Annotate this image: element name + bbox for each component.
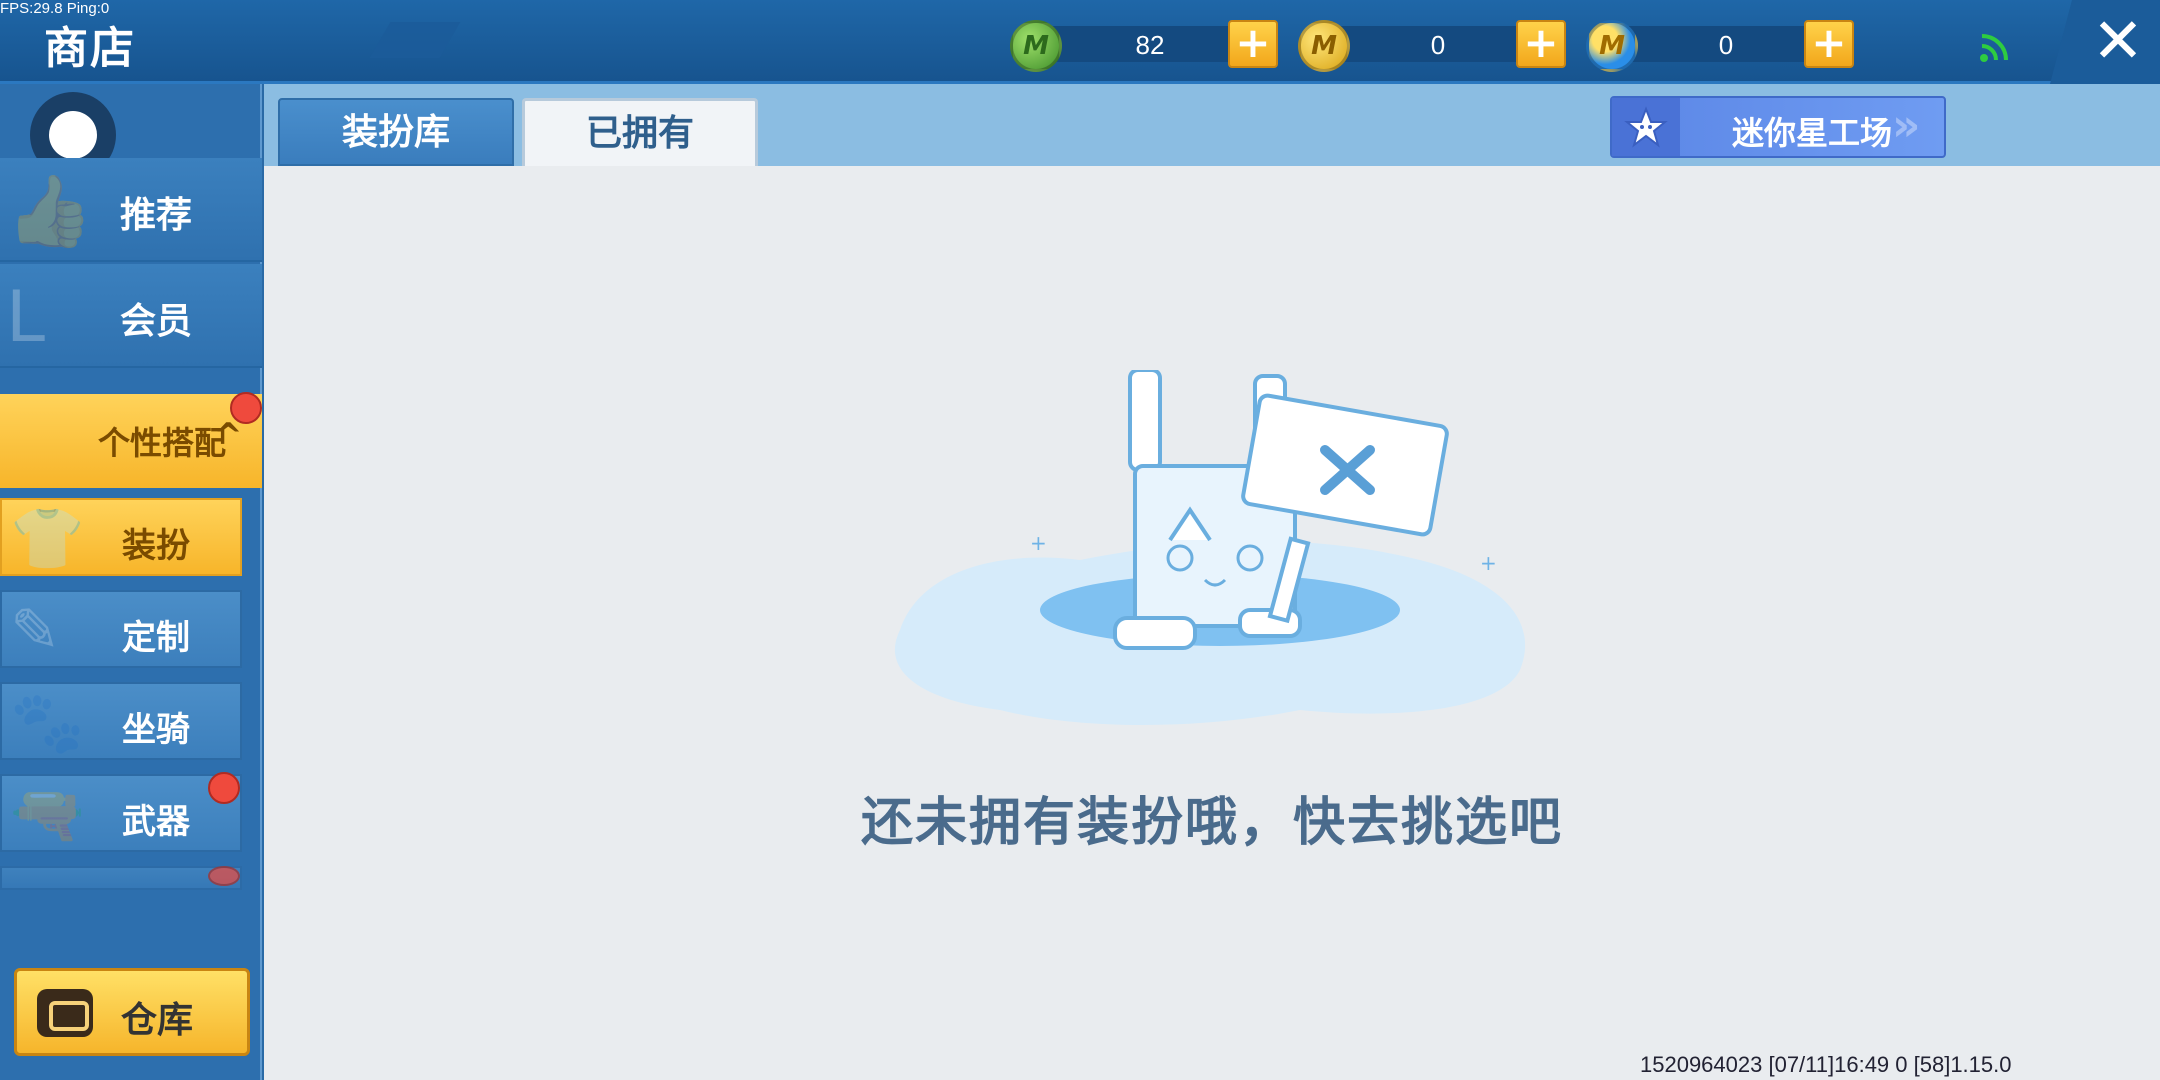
- chevron-right-icon: »: [1892, 100, 1921, 151]
- sidebar-subitem-label: 坐骑: [122, 710, 190, 750]
- mini-star-workshop-button[interactable]: 迷你星工场 »: [1610, 96, 1946, 158]
- signal-icon: [1980, 34, 2008, 62]
- sidebar-group-personal-style[interactable]: 个性搭配 ^: [0, 394, 262, 488]
- sidebar-group-label: 个性搭配: [98, 424, 227, 462]
- build-info: 1520964023 [07/11]16:49 0 [58]1.15.0: [1640, 1052, 2012, 1077]
- currency-amount: 0: [1430, 30, 1446, 60]
- currency-amount: 0: [1718, 30, 1734, 60]
- sidebar-subitem-partial[interactable]: [0, 866, 242, 890]
- gold-m-coin-icon: M: [1298, 20, 1350, 72]
- sidebar-item-label: 会员: [120, 301, 193, 342]
- add-gold-coin-button[interactable]: +: [1516, 20, 1566, 68]
- thumbs-up-icon: 👍: [6, 170, 94, 252]
- sidebar-subitem-weapon[interactable]: 🔫 武器: [0, 774, 242, 852]
- sidebar-subitem-label: 装扮: [122, 526, 190, 566]
- sidebar-subitem-custom[interactable]: ✎ 定制: [0, 590, 242, 668]
- warehouse-button[interactable]: 仓库: [14, 968, 250, 1056]
- sidebar: 👍 推荐 L 会员 个性搭配 ^ 👕 装扮 ✎ 定制 🐾 坐骑 🔫 武器 仓库: [0, 84, 262, 1080]
- green-m-coin-icon: M: [1010, 20, 1062, 72]
- currency-gold: M 0 +: [1298, 20, 1568, 72]
- star-icon: [1612, 98, 1680, 156]
- chest-icon: [37, 989, 93, 1037]
- vip-badge-icon: L: [6, 276, 45, 358]
- currency-green: M 82 +: [1010, 20, 1280, 72]
- pencil-icon: ✎: [10, 596, 61, 666]
- empty-state-message: 还未拥有装扮哦，快去挑选吧: [860, 793, 1563, 853]
- blue-m-coin-icon: M: [1586, 20, 1638, 72]
- svg-text:+: +: [1030, 531, 1047, 555]
- sidebar-item-label: 推荐: [120, 195, 193, 236]
- notification-dot: [208, 772, 240, 804]
- page-title: 商店: [44, 23, 136, 74]
- empty-state-mascot-icon: + + +: [894, 370, 1526, 725]
- notification-dot: [230, 392, 262, 424]
- sidebar-subitem-label: 武器: [122, 802, 190, 842]
- gun-icon: 🔫: [10, 780, 85, 850]
- warehouse-label: 仓库: [121, 1000, 194, 1041]
- sidebar-subitem-mount[interactable]: 🐾 坐骑: [0, 682, 242, 760]
- add-green-coin-button[interactable]: +: [1228, 20, 1278, 68]
- mount-icon: 🐾: [10, 688, 85, 758]
- currency-blue: M 0 +: [1586, 20, 1856, 72]
- decorative-stripe: [369, 22, 461, 58]
- sidebar-subitem-label: 定制: [122, 618, 190, 658]
- currency-amount: 82: [1135, 30, 1165, 60]
- tab-owned[interactable]: 已拥有: [522, 98, 758, 166]
- notification-dot: [208, 866, 240, 886]
- sidebar-subitem-outfit[interactable]: 👕 装扮: [0, 498, 242, 576]
- sidebar-item-recommend[interactable]: 👍 推荐: [0, 158, 262, 262]
- tab-outfit-library[interactable]: 装扮库: [278, 98, 514, 166]
- svg-text:+: +: [1480, 551, 1497, 575]
- avatar-dot: [49, 111, 97, 159]
- sidebar-item-vip[interactable]: L 会员: [0, 264, 262, 368]
- shirt-icon: 👕: [10, 504, 85, 574]
- add-blue-coin-button[interactable]: +: [1804, 20, 1854, 68]
- workshop-label: 迷你星工场: [1732, 114, 1893, 152]
- top-bar: FPS:29.8 Ping:0 商店 M 82 + M 0 + M 0 + ✕: [0, 0, 2160, 84]
- close-button[interactable]: ✕: [2088, 6, 2148, 76]
